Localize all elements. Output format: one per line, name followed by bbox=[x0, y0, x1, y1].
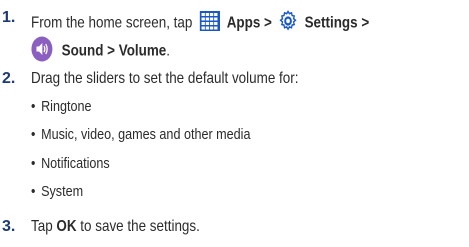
bullet-item: • Ringtone bbox=[31, 98, 92, 115]
apps-grid-icon bbox=[199, 10, 221, 37]
step-1-line-1: From the home screen, tap Apps > Setting… bbox=[31, 9, 434, 38]
bullet-text: Notifications bbox=[41, 155, 110, 172]
bullet-item: • Notifications bbox=[31, 155, 110, 172]
bullet-text: System bbox=[41, 183, 84, 200]
end-period: . bbox=[166, 42, 171, 60]
step-1-text: From the home screen, tap bbox=[31, 14, 193, 32]
step-number: 2. bbox=[2, 70, 16, 87]
apps-label: Apps > bbox=[226, 14, 272, 32]
bullet-text: Music, video, games and other media bbox=[41, 126, 251, 143]
step-3-text: Tap OK to save the settings. bbox=[31, 218, 200, 235]
settings-label: Settings > bbox=[304, 14, 370, 32]
step-number: 1. bbox=[2, 9, 16, 26]
bullet-text: Ringtone bbox=[41, 98, 92, 115]
step-2-text: Drag the sliders to set the default volu… bbox=[31, 70, 299, 87]
settings-gear-icon bbox=[278, 9, 298, 38]
bullet-item: • Music, video, games and other media bbox=[31, 126, 251, 143]
step-number: 3. bbox=[2, 218, 16, 235]
ok-label: OK bbox=[56, 218, 77, 235]
sound-volume-label: Sound > Volume bbox=[61, 42, 167, 60]
sound-speaker-icon bbox=[31, 36, 53, 67]
bullet-item: • System bbox=[31, 183, 84, 200]
step-1-line-2: Sound > Volume. bbox=[31, 36, 197, 67]
